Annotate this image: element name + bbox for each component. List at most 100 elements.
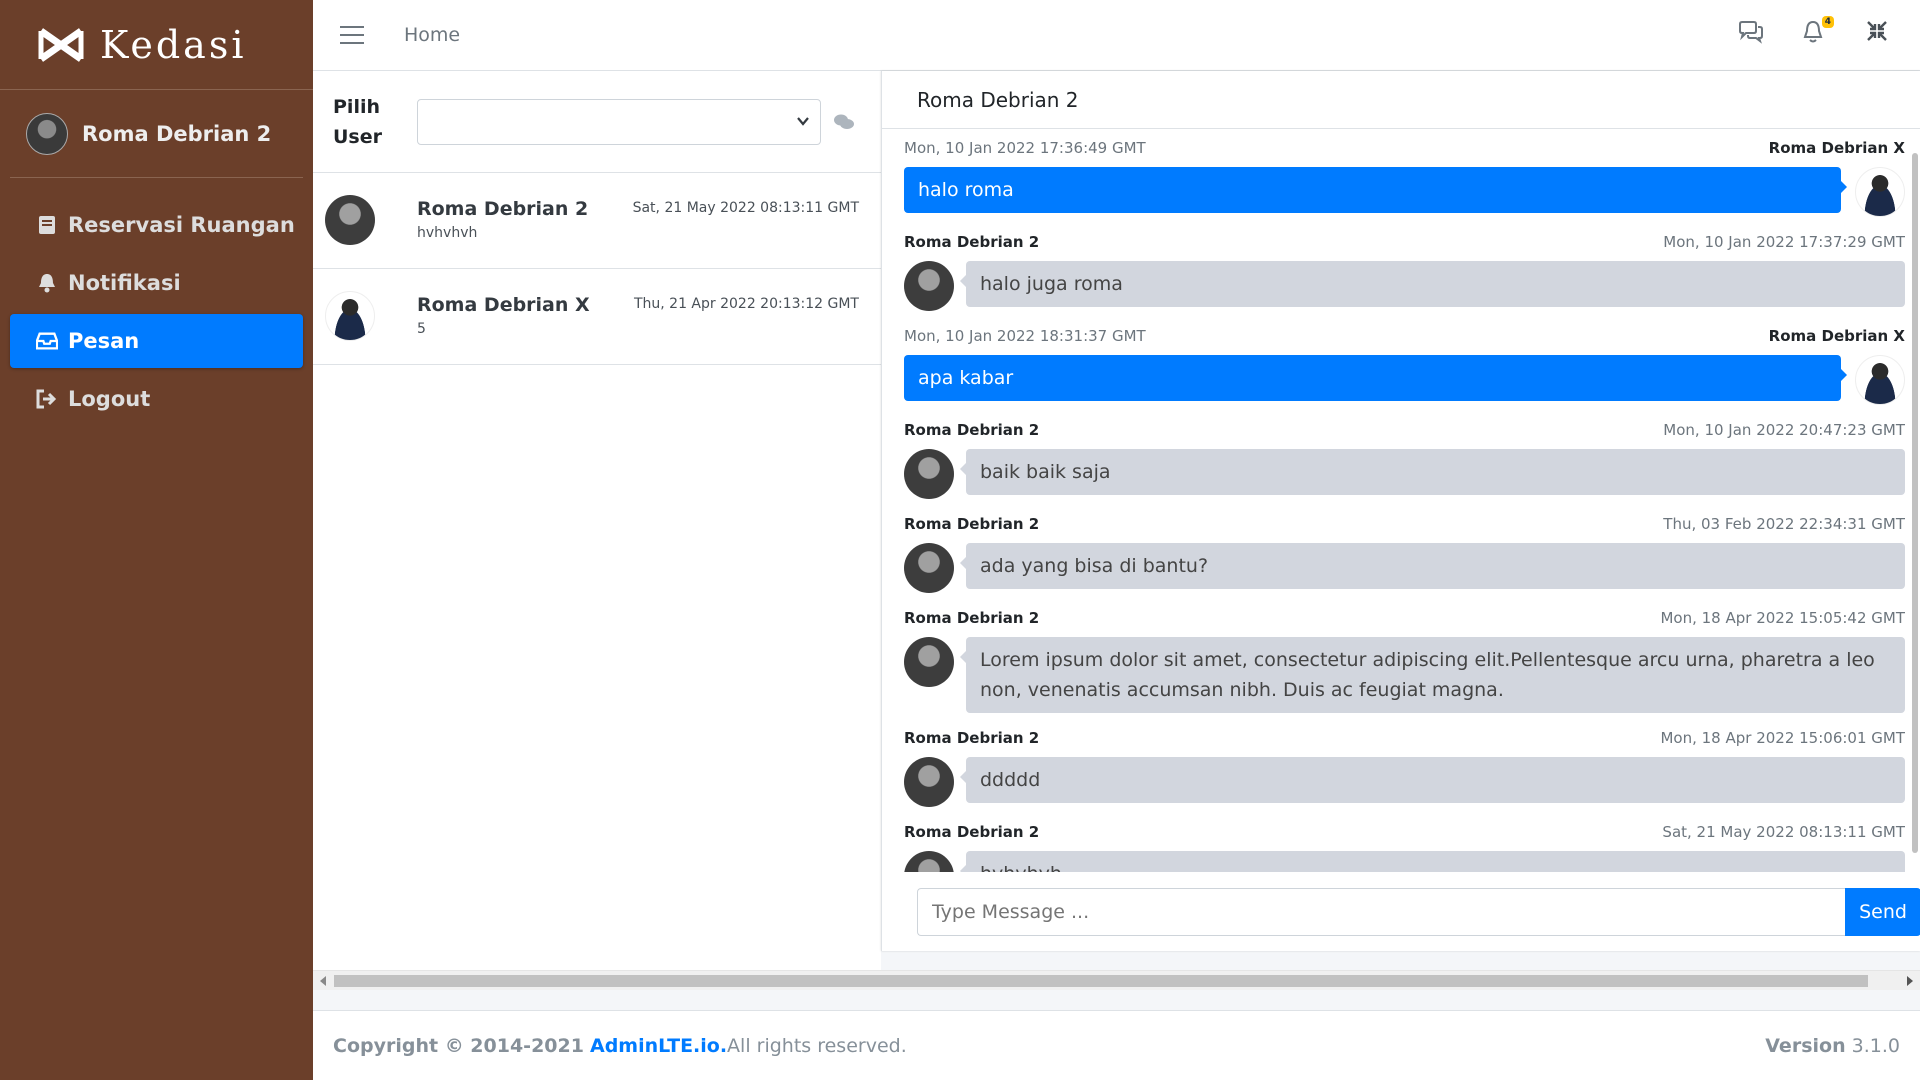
sidebar-nav: Reservasi Ruangan Notifikasi Pesan Logou… xyxy=(0,198,313,426)
sender-name: Roma Debrian 2 xyxy=(904,823,1040,841)
sender-name: Roma Debrian X xyxy=(1768,327,1905,345)
sidebar: Kedasi Roma Debrian 2 Reservasi Ruangan … xyxy=(0,0,313,1080)
top-navbar: Home 4 xyxy=(313,0,1920,71)
message-time: Mon, 10 Jan 2022 20:47:23 GMT xyxy=(1663,421,1905,439)
horizontal-scrollbar[interactable] xyxy=(313,970,1920,990)
avatar xyxy=(904,261,954,311)
avatar xyxy=(904,543,954,593)
message-bubble: baik baik saja xyxy=(960,449,1905,495)
sidebar-item-reservasi-ruangan[interactable]: Reservasi Ruangan xyxy=(10,198,303,252)
user-list-item[interactable]: Roma Debrian 2 hvhvhvh Sat, 21 May 2022 … xyxy=(313,173,881,269)
chat-message: Mon, 10 Jan 2022 18:31:37 GMT Roma Debria… xyxy=(904,327,1905,405)
copyright: Copyright © 2014-2021 AdminLTE.io.All ri… xyxy=(333,1034,907,1057)
page-footer: Copyright © 2014-2021 AdminLTE.io.All ri… xyxy=(313,1010,1920,1080)
user-name: Roma Debrian X xyxy=(417,294,590,316)
avatar xyxy=(904,637,954,687)
scroll-right-icon[interactable] xyxy=(1907,976,1913,986)
brand-logo-icon xyxy=(38,27,84,62)
avatar xyxy=(1855,167,1905,217)
avatar xyxy=(325,291,375,341)
message-meta: Mon, 10 Jan 2022 17:36:49 GMT Roma Debria… xyxy=(904,139,1905,161)
bell-icon[interactable]: 4 xyxy=(1802,16,1834,46)
message-bubble: ddddd xyxy=(960,757,1905,803)
sidebar-item-label: Reservasi Ruangan xyxy=(68,213,295,237)
avatar xyxy=(904,851,954,872)
last-message: hvhvhvh xyxy=(417,225,478,241)
chat-message: Roma Debrian 2 Mon, 10 Jan 2022 20:47:23 … xyxy=(904,421,1905,499)
notification-badge: 4 xyxy=(1821,16,1834,28)
sidebar-item-pesan[interactable]: Pesan xyxy=(10,314,303,368)
avatar xyxy=(26,112,68,155)
avatar xyxy=(325,195,375,245)
bell-icon xyxy=(36,272,58,294)
chat-messages[interactable]: Mon, 10 Jan 2022 17:36:49 GMT Roma Debria… xyxy=(904,139,1905,872)
message-meta: Roma Debrian 2 Mon, 18 Apr 2022 15:06:01 … xyxy=(904,729,1905,751)
send-button[interactable]: Send xyxy=(1845,888,1920,936)
brand[interactable]: Kedasi xyxy=(0,0,313,90)
brand-name: Kedasi xyxy=(100,22,247,67)
chat-scrollbar[interactable] xyxy=(1908,139,1920,872)
chat-pane: Roma Debrian 2 Mon, 10 Jan 2022 17:36:49… xyxy=(881,71,1920,951)
message-time: Sat, 21 May 2022 08:13:11 GMT xyxy=(1662,823,1905,841)
user-select[interactable] xyxy=(417,98,821,145)
sender-name: Roma Debrian 2 xyxy=(904,515,1040,533)
sidebar-item-label: Logout xyxy=(68,387,151,411)
sidebar-user-name: Roma Debrian 2 xyxy=(82,121,272,146)
message-time: Mon, 10 Jan 2022 17:36:49 GMT xyxy=(904,139,1146,157)
avatar xyxy=(1855,355,1905,405)
message-meta: Roma Debrian 2 Mon, 10 Jan 2022 17:37:29 … xyxy=(904,233,1905,255)
adminlte-link[interactable]: AdminLTE.io. xyxy=(590,1035,727,1057)
sidebar-item-logout[interactable]: Logout xyxy=(10,372,303,426)
home-link[interactable]: Home xyxy=(404,24,460,46)
message-meta: Roma Debrian 2 Mon, 10 Jan 2022 20:47:23 … xyxy=(904,421,1905,443)
comments-icon[interactable] xyxy=(1738,20,1764,46)
sign-out-icon xyxy=(36,388,58,410)
message-meta: Mon, 10 Jan 2022 18:31:37 GMT Roma Debria… xyxy=(904,327,1905,349)
chat-message: Roma Debrian 2 Mon, 10 Jan 2022 17:37:29 … xyxy=(904,233,1905,311)
message-time: Mon, 10 Jan 2022 17:37:29 GMT xyxy=(1663,233,1905,251)
pick-user-label: Pilih User xyxy=(333,95,382,148)
scrollbar-thumb[interactable] xyxy=(334,975,1868,987)
sidebar-item-notifikasi[interactable]: Notifikasi xyxy=(10,256,303,310)
timestamp: Sat, 21 May 2022 08:13:11 GMT xyxy=(632,200,859,216)
book-icon xyxy=(36,214,58,236)
message-bubble: halo roma xyxy=(904,167,1847,213)
message-time: Mon, 18 Apr 2022 15:06:01 GMT xyxy=(1660,729,1905,747)
chat-message: Roma Debrian 2 Mon, 18 Apr 2022 15:05:42 … xyxy=(904,609,1905,713)
sidebar-item-label: Notifikasi xyxy=(68,271,181,295)
avatar xyxy=(904,449,954,499)
user-panel[interactable]: Roma Debrian 2 xyxy=(10,90,303,178)
chevron-down-icon xyxy=(797,116,809,126)
message-time: Mon, 10 Jan 2022 18:31:37 GMT xyxy=(904,327,1146,345)
message-meta: Roma Debrian 2 Mon, 18 Apr 2022 15:05:42 … xyxy=(904,609,1905,631)
top-icons: 4 xyxy=(1738,16,1892,46)
avatar xyxy=(904,757,954,807)
message-time: Thu, 03 Feb 2022 22:34:31 GMT xyxy=(1663,515,1905,533)
message-bubble: ada yang bisa di bantu? xyxy=(960,543,1905,589)
message-meta: Roma Debrian 2 Sat, 21 May 2022 08:13:11 … xyxy=(904,823,1905,845)
sidebar-item-label: Pesan xyxy=(68,329,140,353)
message-bubble: hvhvhvh xyxy=(960,851,1905,872)
sender-name: Roma Debrian 2 xyxy=(904,609,1040,627)
user-list-pane: Pilih User Roma Debrian 2 hvhvhvh Sat, 2… xyxy=(313,71,881,971)
chat-message: Roma Debrian 2 Thu, 03 Feb 2022 22:34:31 … xyxy=(904,515,1905,593)
scroll-left-icon[interactable] xyxy=(320,976,326,986)
message-input[interactable] xyxy=(917,888,1845,936)
pick-user-row: Pilih User xyxy=(313,71,881,173)
user-list-item[interactable]: Roma Debrian X 5 Thu, 21 Apr 2022 20:13:… xyxy=(313,269,881,365)
sender-name: Roma Debrian 2 xyxy=(904,421,1040,439)
message-bubble: apa kabar xyxy=(904,355,1847,401)
chat-title: Roma Debrian 2 xyxy=(882,71,1920,129)
sender-name: Roma Debrian X xyxy=(1768,139,1905,157)
message-bubble: Lorem ipsum dolor sit amet, consectetur … xyxy=(960,637,1905,713)
comments-icon[interactable] xyxy=(833,113,855,131)
chat-message: Roma Debrian 2 Sat, 21 May 2022 08:13:11 … xyxy=(904,823,1905,872)
chat-message: Roma Debrian 2 Mon, 18 Apr 2022 15:06:01 … xyxy=(904,729,1905,807)
menu-toggle-icon[interactable] xyxy=(340,26,364,44)
last-message: 5 xyxy=(417,321,426,337)
version: Version 3.1.0 xyxy=(1765,1034,1900,1057)
compress-icon[interactable] xyxy=(1866,20,1892,46)
inbox-icon xyxy=(36,330,58,352)
message-meta: Roma Debrian 2 Thu, 03 Feb 2022 22:34:31 … xyxy=(904,515,1905,537)
message-time: Mon, 18 Apr 2022 15:05:42 GMT xyxy=(1660,609,1905,627)
